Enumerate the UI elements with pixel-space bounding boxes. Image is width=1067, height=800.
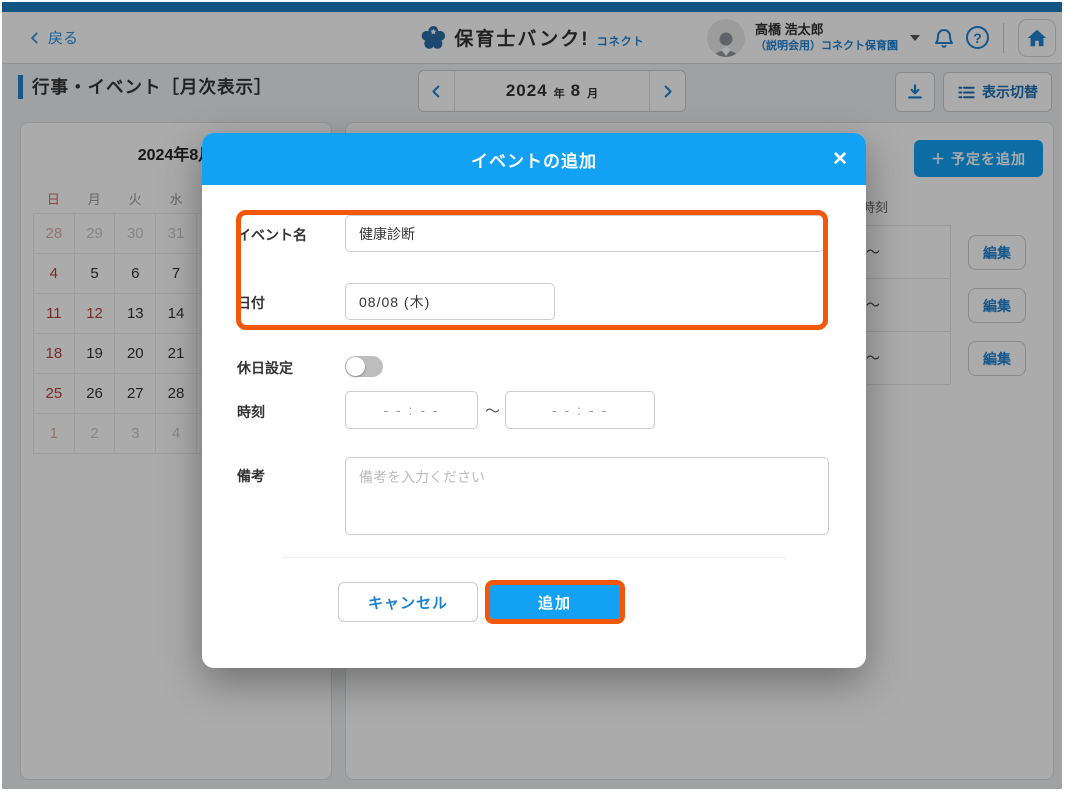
modal-divider [282,557,786,558]
modal-header: イベントの追加 ✕ [202,133,866,185]
date-input[interactable] [345,283,555,320]
cancel-button[interactable]: キャンセル [338,582,478,622]
notes-textarea[interactable] [345,457,829,535]
holiday-setting-label: 休日設定 [237,358,293,378]
start-time-input[interactable] [345,391,478,429]
end-time-input[interactable] [505,391,655,429]
app-container: 戻る 保育士バンク! コネクト [2,2,1062,789]
modal-title: イベントの追加 [471,147,597,172]
toggle-knob [346,357,365,376]
modal-body: イベント名 日付 休日設定 時刻 〜 備考 キャンセル 追加 [202,185,866,668]
add-event-modal: イベントの追加 ✕ イベント名 日付 休日設定 時刻 〜 備考 キャンセル 追加 [202,133,866,668]
submit-add-button[interactable]: 追加 [490,585,620,619]
event-name-input[interactable] [345,215,824,252]
time-label: 時刻 [237,402,265,422]
close-icon[interactable]: ✕ [832,133,848,185]
holiday-toggle[interactable] [345,356,383,377]
time-range-tilde: 〜 [485,391,500,429]
event-name-label: イベント名 [237,225,307,245]
notes-label: 備考 [237,466,265,486]
date-label: 日付 [237,293,265,313]
